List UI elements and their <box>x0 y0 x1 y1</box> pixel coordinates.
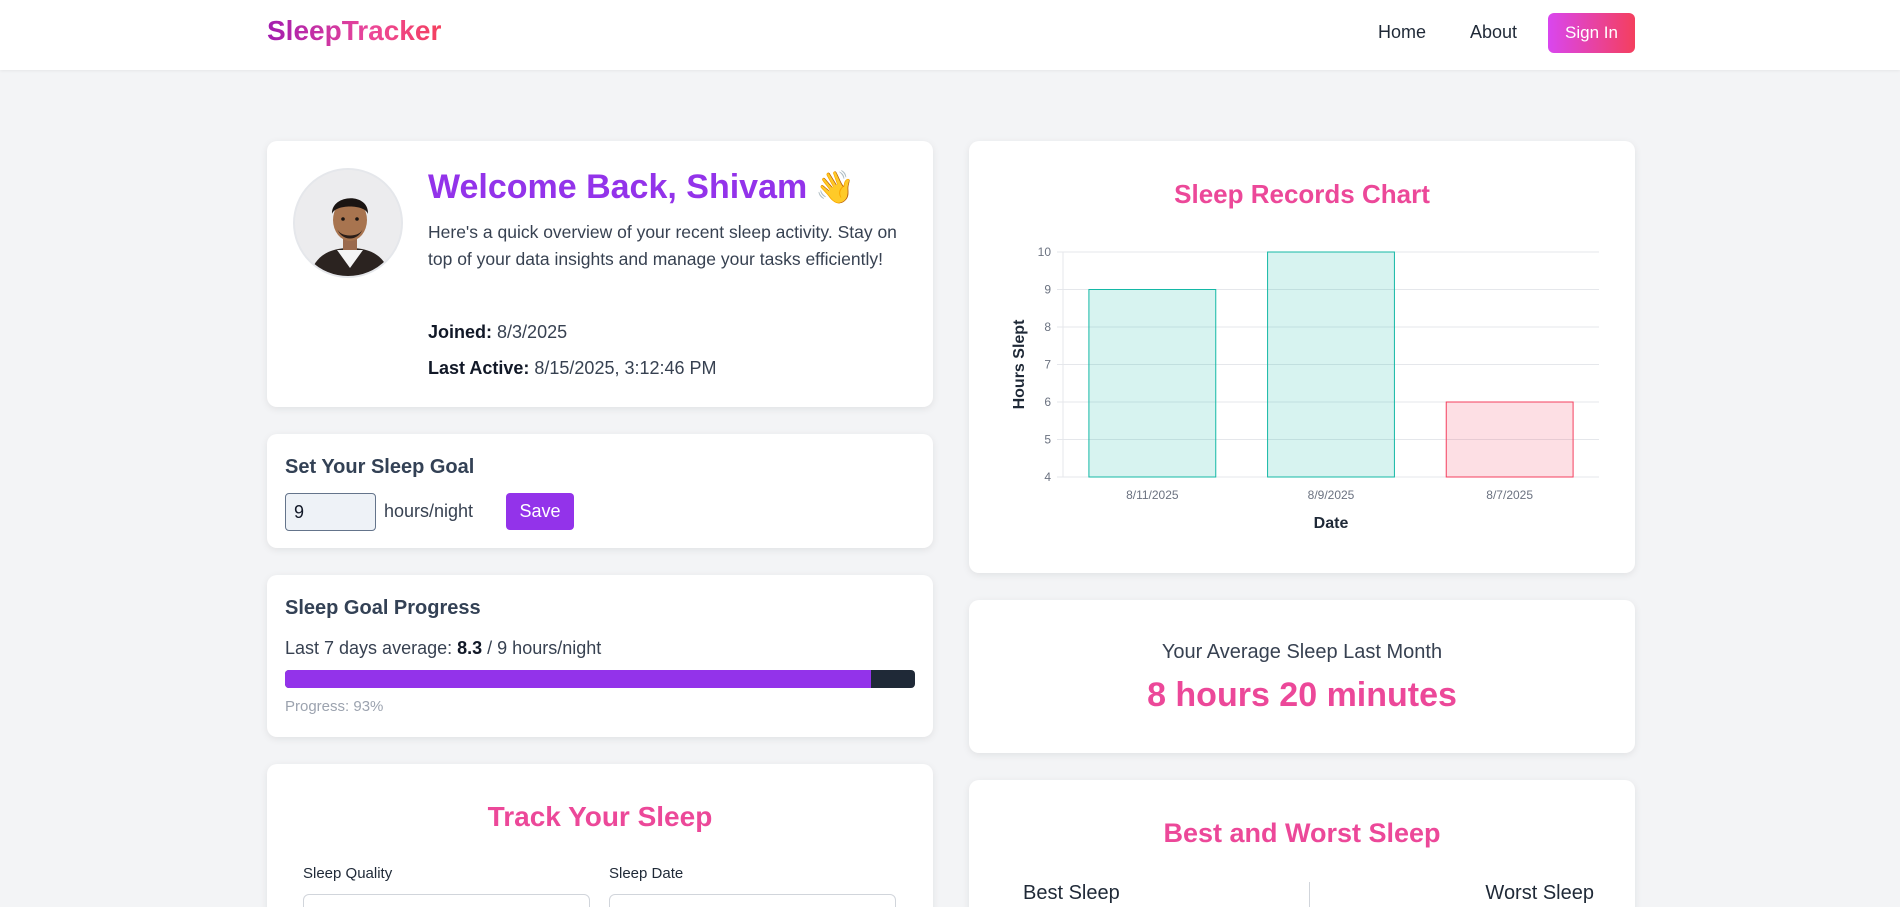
progress-summary: Last 7 days average: 8.3 / 9 hours/night <box>285 638 601 659</box>
x-tick-label: 8/7/2025 <box>1486 488 1533 502</box>
y-tick-label: 9 <box>1044 283 1051 297</box>
welcome-card: Welcome Back, Shivam 👋 Here's a quick ove… <box>267 141 933 407</box>
sleep-goal-unit: hours/night <box>384 501 474 521</box>
goal-progress-card: Sleep Goal Progress Last 7 days average:… <box>267 575 933 737</box>
app-logo[interactable]: SleepTracker <box>267 15 441 47</box>
y-tick-label: 8 <box>1044 320 1051 334</box>
navbar: SleepTracker Home About Sign In <box>0 0 1900 70</box>
sleep-chart-card: Sleep Records Chart 4 5 6 7 8 9 10 8/11/2025 8/9… <box>969 141 1635 573</box>
avatar-photo-icon <box>295 170 401 276</box>
sleep-goal-input[interactable] <box>285 493 376 531</box>
best-worst-title: Best and Worst Sleep <box>1163 818 1441 848</box>
last-active-value: 8/15/2025, 3:12:46 PM <box>534 358 717 378</box>
joined-value: 8/3/2025 <box>497 322 568 342</box>
best-worst-divider <box>1309 882 1310 907</box>
best-sleep-label: Best Sleep <box>1023 882 1120 904</box>
worst-sleep-label: Worst Sleep <box>1485 882 1594 904</box>
bar <box>1445 401 1574 478</box>
y-tick-label: 10 <box>1038 245 1052 259</box>
save-goal-button[interactable]: Save <box>506 493 574 530</box>
goal-progress-heading: Sleep Goal Progress <box>285 597 481 619</box>
sleep-quality-label: Sleep Quality <box>303 865 393 882</box>
y-axis-title: Hours Slept <box>1011 319 1028 409</box>
welcome-description: Here's a quick overview of your recent s… <box>428 222 897 269</box>
average-sleep-label: Your Average Sleep Last Month <box>1161 641 1443 663</box>
progress-prefix: Last 7 days average: <box>285 638 453 658</box>
sleep-goal-card: Set Your Sleep Goal hours/night Save <box>267 434 933 548</box>
progress-percent-text: Progress: 93% <box>285 698 384 715</box>
progress-suffix: / 9 hours/night <box>487 638 602 658</box>
welcome-title-text: Welcome Back, Shivam <box>428 168 808 206</box>
y-tick-label: 5 <box>1044 433 1051 447</box>
sleep-date-field[interactable] <box>609 894 896 907</box>
joined-row: Joined: 8/3/2025 <box>428 322 567 343</box>
bar <box>1088 289 1217 478</box>
joined-label: Joined: <box>428 322 493 342</box>
y-tick-label: 4 <box>1044 470 1051 484</box>
progress-bar <box>285 670 915 688</box>
y-tick-label: 7 <box>1044 358 1051 372</box>
last-active-label: Last Active: <box>428 358 530 378</box>
x-axis-title: Date <box>1314 515 1349 532</box>
nav-link-about[interactable]: About <box>1470 22 1517 43</box>
sleep-quality-field[interactable] <box>303 894 590 907</box>
average-sleep-card: Your Average Sleep Last Month 8 hours 20… <box>969 600 1635 753</box>
y-tick-label: 6 <box>1044 395 1051 409</box>
sleep-date-label: Sleep Date <box>609 865 684 882</box>
track-sleep-card: Track Your Sleep Sleep Quality Sleep Dat… <box>267 764 933 907</box>
best-worst-card: Best and Worst Sleep Best Sleep Worst Sl… <box>969 780 1635 907</box>
x-tick-label: 8/9/2025 <box>1308 488 1355 502</box>
x-tick-label: 8/11/2025 <box>1126 488 1179 502</box>
track-sleep-title: Track Your Sleep <box>487 801 713 832</box>
welcome-title: Welcome Back, Shivam 👋 <box>428 168 855 207</box>
nav-link-home[interactable]: Home <box>1378 22 1426 43</box>
sleep-records-chart: 4 5 6 7 8 9 10 8/11/2025 8/9/2025 8/7/2025 Date Hou… <box>1011 245 1599 532</box>
progress-bar-fill <box>285 670 871 688</box>
waving-hand-icon: 👋 <box>815 169 856 205</box>
sign-in-button[interactable]: Sign In <box>1548 13 1635 53</box>
progress-average: 8.3 <box>457 638 483 658</box>
sleep-goal-heading: Set Your Sleep Goal <box>285 456 475 478</box>
bar <box>1267 251 1395 478</box>
last-active-row: Last Active: 8/15/2025, 3:12:46 PM <box>428 358 717 379</box>
average-sleep-value: 8 hours 20 minutes <box>1147 676 1457 714</box>
avatar <box>293 168 403 278</box>
